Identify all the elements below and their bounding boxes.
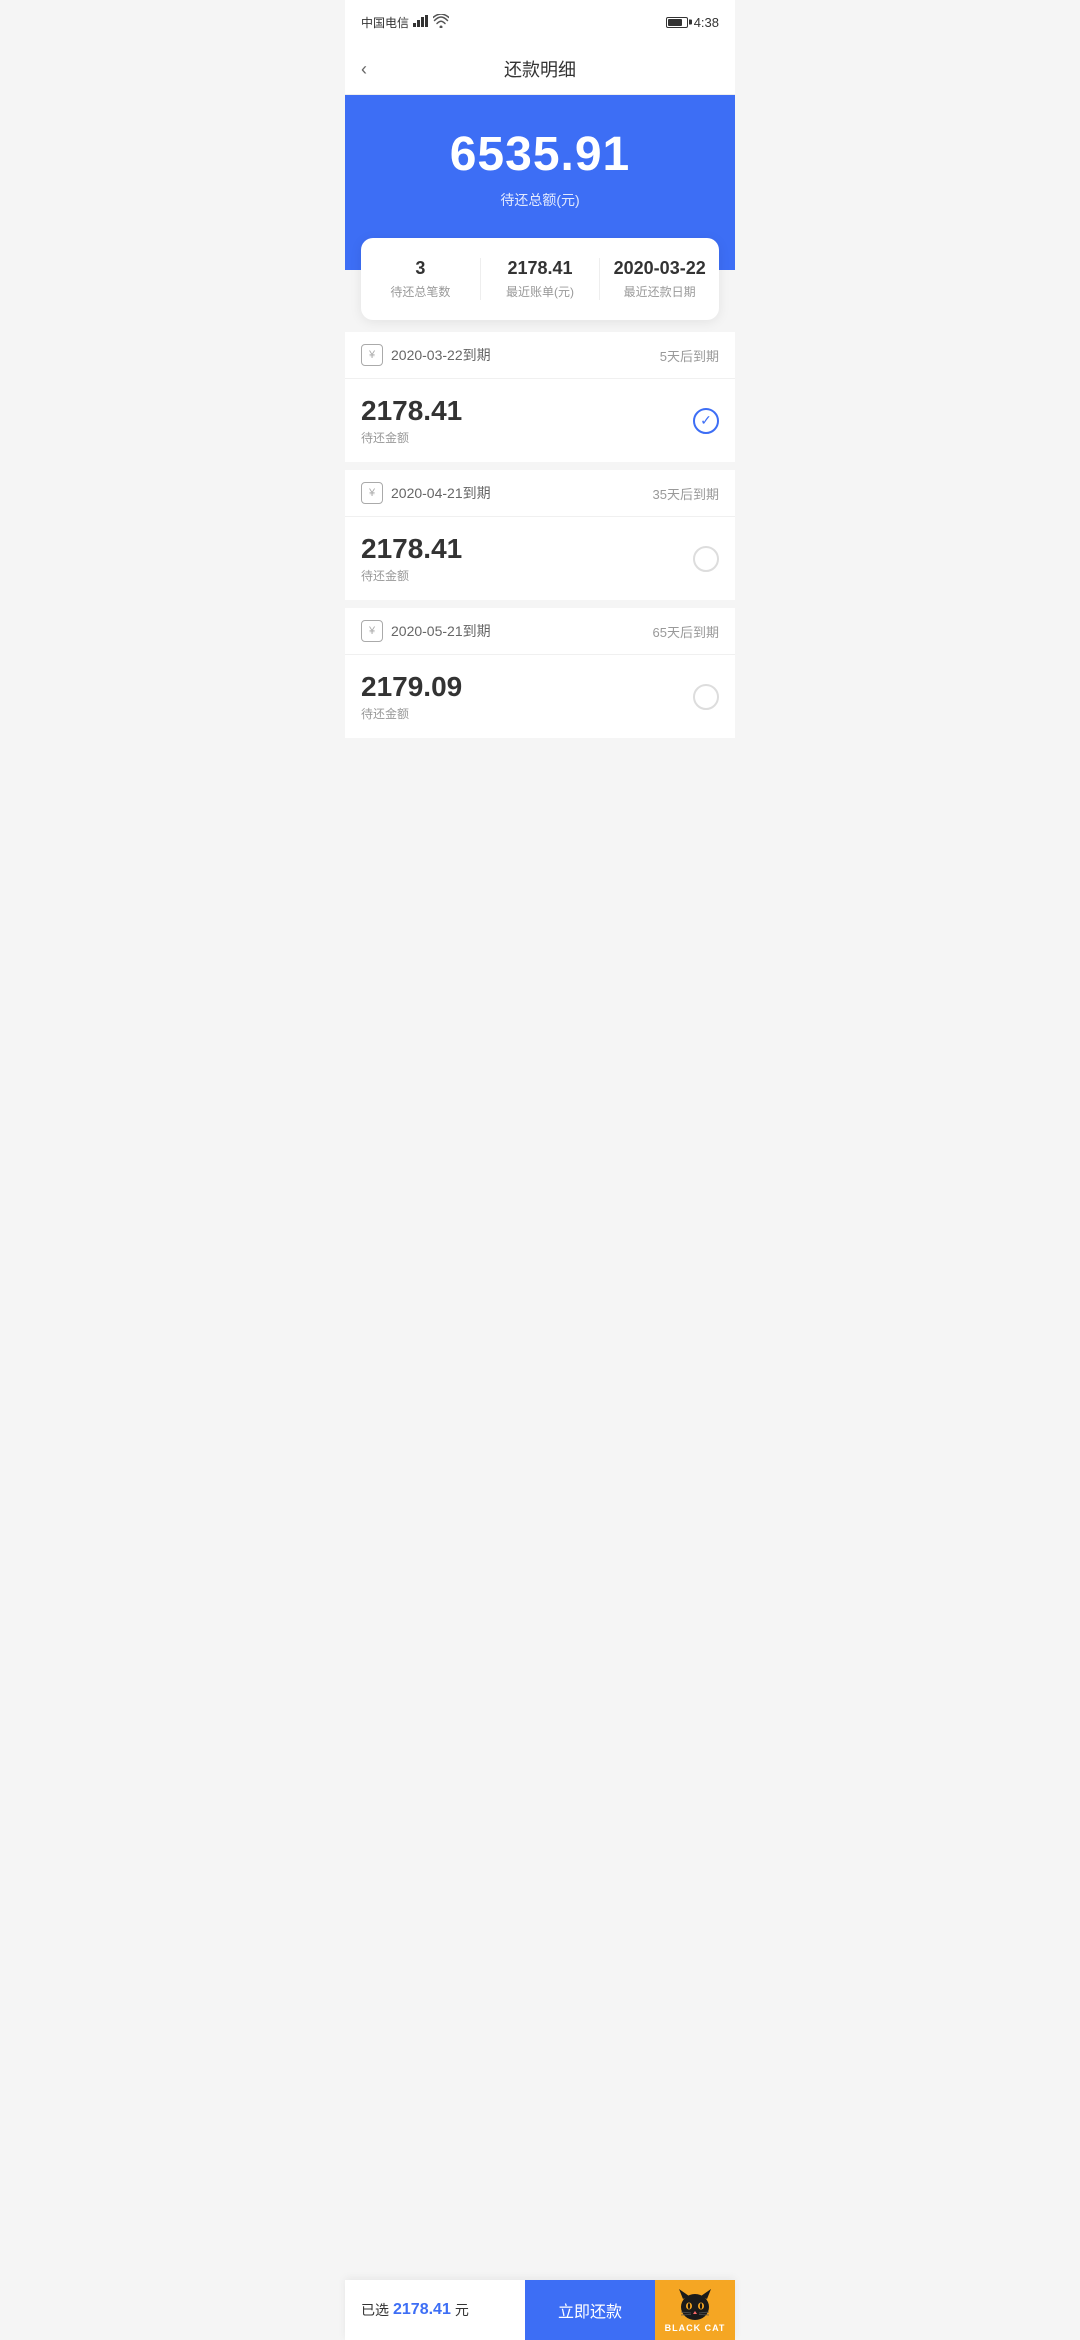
installment-3-amount: 2179.09 — [361, 671, 462, 703]
installment-item-1[interactable]: ¥ 2020-03-22到期 5天后到期 2178.41 待还金额 — [345, 332, 735, 462]
installment-2-due-label: 35天后到期 — [653, 484, 719, 503]
summary-card: 3 待还总笔数 2178.41 最近账单(元) 2020-03-22 最近还款日… — [361, 238, 719, 320]
selected-amount: 2178.41 — [393, 2301, 451, 2319]
installment-1-checkbox[interactable] — [693, 408, 719, 434]
installment-3-amount-label: 待还金额 — [361, 705, 462, 722]
installment-3-due-date: 2020-05-21到期 — [391, 621, 491, 641]
installment-1-amount: 2178.41 — [361, 395, 462, 427]
header: ‹ 还款明细 — [345, 44, 735, 95]
cat-icon — [673, 2287, 717, 2323]
installment-1-amount-label: 待还金额 — [361, 429, 462, 446]
selected-prefix: 已选 — [361, 2300, 389, 2320]
installment-3-checkbox[interactable] — [693, 684, 719, 710]
status-time-area: 4:38 — [666, 15, 719, 30]
signal-icon — [413, 15, 429, 30]
bottom-bar: 已选 2178.41 元 立即还款 — [345, 2280, 735, 2340]
next-due-date-label: 最近还款日期 — [600, 283, 719, 300]
pay-button[interactable]: 立即还款 — [525, 2280, 655, 2340]
installment-item-3[interactable]: ¥ 2020-05-21到期 65天后到期 2179.09 待还金额 — [345, 608, 735, 738]
summary-item-latest-bill: 2178.41 最近账单(元) — [481, 258, 601, 300]
installment-1-body: 2178.41 待还金额 — [345, 379, 735, 462]
installment-2-checkbox[interactable] — [693, 546, 719, 572]
installment-2-amount-area: 2178.41 待还金额 — [361, 533, 462, 584]
installment-1-amount-area: 2178.41 待还金额 — [361, 395, 462, 446]
status-carrier: 中国电信 — [361, 14, 449, 31]
latest-bill-amount: 2178.41 — [481, 258, 600, 279]
pending-count: 3 — [361, 258, 480, 279]
installment-2-body: 2178.41 待还金额 — [345, 517, 735, 600]
installment-1-due-label: 5天后到期 — [660, 346, 719, 365]
yuan-icon-3: ¥ — [361, 620, 383, 642]
summary-item-next-date: 2020-03-22 最近还款日期 — [600, 258, 719, 300]
yuan-icon-1: ¥ — [361, 344, 383, 366]
black-cat-label: BLACK CAT — [665, 2323, 726, 2333]
installment-2-amount: 2178.41 — [361, 533, 462, 565]
yuan-icon-2: ¥ — [361, 482, 383, 504]
pending-count-label: 待还总笔数 — [361, 283, 480, 300]
installment-3-header: ¥ 2020-05-21到期 65天后到期 — [345, 608, 735, 655]
installment-1-header: ¥ 2020-03-22到期 5天后到期 — [345, 332, 735, 379]
installment-item-2[interactable]: ¥ 2020-04-21到期 35天后到期 2178.41 待还金额 — [345, 470, 735, 600]
installments-list: ¥ 2020-03-22到期 5天后到期 2178.41 待还金额 ¥ 2020… — [345, 332, 735, 738]
bottom-selected-info: 已选 2178.41 元 — [345, 2280, 525, 2340]
back-button[interactable]: ‹ — [361, 59, 367, 80]
wifi-icon — [433, 14, 449, 31]
installment-3-body: 2179.09 待还金额 — [345, 655, 735, 738]
status-time: 4:38 — [694, 15, 719, 30]
total-amount: 6535.91 — [361, 127, 719, 182]
black-cat-area[interactable]: BLACK CAT — [655, 2280, 735, 2340]
installment-3-due-label: 65天后到期 — [653, 622, 719, 641]
page-title: 还款明细 — [504, 56, 576, 82]
installment-3-date-area: ¥ 2020-05-21到期 — [361, 620, 491, 642]
installment-1-due-date: 2020-03-22到期 — [391, 345, 491, 365]
selected-suffix: 元 — [455, 2300, 469, 2320]
installment-2-due-date: 2020-04-21到期 — [391, 483, 491, 503]
installment-1-date-area: ¥ 2020-03-22到期 — [361, 344, 491, 366]
latest-bill-label: 最近账单(元) — [481, 283, 600, 300]
black-cat-icon-area: BLACK CAT — [655, 2280, 735, 2340]
installment-3-amount-area: 2179.09 待还金额 — [361, 671, 462, 722]
next-due-date: 2020-03-22 — [600, 258, 719, 279]
installment-2-header: ¥ 2020-04-21到期 35天后到期 — [345, 470, 735, 517]
battery-icon — [666, 17, 688, 28]
installment-2-amount-label: 待还金额 — [361, 567, 462, 584]
summary-item-count: 3 待还总笔数 — [361, 258, 481, 300]
total-amount-label: 待还总额(元) — [361, 190, 719, 210]
installment-2-date-area: ¥ 2020-04-21到期 — [361, 482, 491, 504]
status-bar: 中国电信 4:38 — [345, 0, 735, 44]
